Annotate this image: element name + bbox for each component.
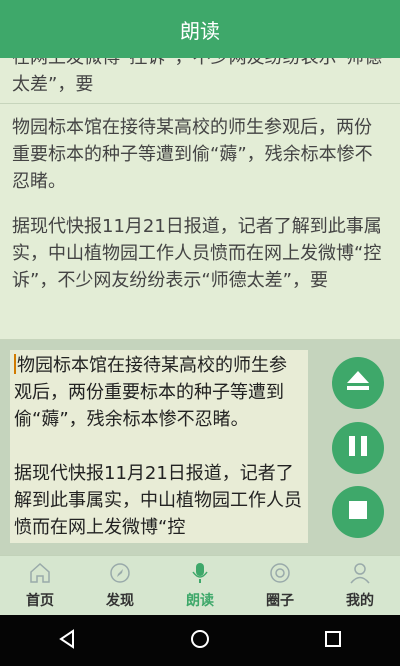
article-fragment-top: 在网上发微博“控诉”，不少网友纷纷表示“师德太差”，要 [12,58,382,95]
recent-apps-icon[interactable] [322,628,344,654]
article-paragraph-2: 据现代快报11月21日报道，记者了解到此事属实，中山植物园工作人员愤而在网上发微… [12,216,382,291]
article-text-pane[interactable]: 在网上发微博“控诉”，不少网友纷纷表示“师德太差”，要 物园标本馆在接待某高校的… [0,58,400,340]
editor-text: 物园标本馆在接待某高校的师生参观后，两份重要标本的种子等遭到偷“薅”，残余标本惨… [14,355,302,538]
system-navigation-bar [0,615,400,666]
divider [0,103,400,104]
user-icon [348,562,372,590]
home-icon [28,562,52,590]
bottom-navigation: 首页 发现 朗读 圈子 我的 [0,555,400,616]
pause-button[interactable] [332,422,384,474]
upload-button[interactable] [332,357,384,409]
read-aloud-text-editor[interactable]: 物园标本馆在接待某高校的师生参观后，两份重要标本的种子等遭到偷“薅”，残余标本惨… [10,350,308,543]
home-circle-icon[interactable] [189,628,211,654]
nav-me-label: 我的 [346,593,374,609]
microphone-icon [188,562,212,590]
nav-circle-label: 圈子 [266,593,294,609]
article-paragraph-1: 物园标本馆在接待某高校的师生参观后，两份重要标本的种子等遭到偷“薅”，残余标本惨… [12,117,373,192]
nav-home-label: 首页 [26,593,54,609]
nav-read-aloud[interactable]: 朗读 [160,556,240,616]
read-aloud-panel: 物园标本馆在接待某高校的师生参观后，两份重要标本的种子等遭到偷“薅”，残余标本惨… [0,340,400,555]
nav-discover[interactable]: 发现 [80,556,160,616]
app-bar: 朗读 [0,0,400,58]
nav-home[interactable]: 首页 [0,556,80,616]
stop-icon [345,497,371,527]
circle-icon [268,562,292,590]
nav-circle[interactable]: 圈子 [240,556,320,616]
nav-discover-label: 发现 [106,593,134,609]
nav-me[interactable]: 我的 [320,556,400,616]
back-icon[interactable] [56,628,78,654]
nav-read-aloud-label: 朗读 [186,593,214,609]
upload-icon [343,366,373,400]
page-title: 朗读 [180,18,220,43]
text-cursor [14,354,16,374]
pause-icon [343,431,373,465]
compass-icon [108,562,132,590]
stop-button[interactable] [332,486,384,538]
